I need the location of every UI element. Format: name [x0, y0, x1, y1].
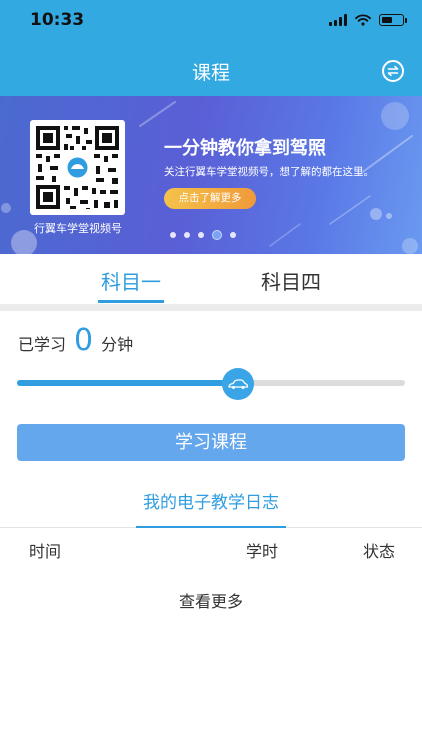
column-header-time: 时间: [29, 542, 62, 561]
carousel-dot[interactable]: [184, 232, 190, 238]
battery-icon: [379, 14, 407, 26]
status-icons: [329, 14, 407, 26]
qr-label: 行翼车学堂视频号: [34, 222, 122, 235]
active-tab-indicator: [98, 300, 164, 303]
app-header: 10:33 课程: [0, 0, 422, 96]
status-bar: 10:33: [0, 0, 422, 44]
car-icon: [222, 368, 255, 400]
subject-tabs: 科目一 科目四: [0, 254, 422, 304]
tab-subject-four[interactable]: 科目四: [221, 266, 361, 295]
banner-title: 一分钟教你拿到驾照: [164, 138, 326, 159]
carousel-dot[interactable]: [198, 232, 204, 238]
teaching-log-title[interactable]: 我的电子教学日志: [0, 488, 422, 513]
studied-suffix: 分钟: [101, 335, 134, 354]
page-title: 课程: [191, 62, 230, 84]
study-course-button[interactable]: 学习课程: [17, 424, 405, 461]
progress-fill: [17, 380, 239, 386]
log-title-underline: [136, 526, 286, 528]
studied-minutes: 0: [74, 323, 94, 358]
qr-code-image: [30, 120, 125, 215]
study-progress-bar: [17, 368, 405, 400]
switch-icon[interactable]: [382, 60, 404, 82]
wifi-icon: [355, 14, 371, 26]
carousel-indicator: [170, 230, 236, 240]
carousel-dot[interactable]: [170, 232, 176, 238]
cellular-signal-icon: [329, 14, 347, 26]
learn-more-button[interactable]: 点击了解更多: [164, 188, 256, 209]
carousel-dot[interactable]: [230, 232, 236, 238]
carousel-dot[interactable]: [212, 230, 222, 240]
study-time-summary: 已学习 0 分钟: [18, 326, 133, 356]
banner-subtitle: 关注行翼车学堂视频号，想了解的都在这里。: [164, 166, 374, 178]
status-time: 10:33: [30, 10, 85, 30]
column-header-status: 状态: [363, 542, 396, 561]
section-divider: [0, 304, 422, 311]
promo-banner[interactable]: 行翼车学堂视频号 一分钟教你拿到驾照 关注行翼车学堂视频号，想了解的都在这里。 …: [0, 96, 422, 254]
view-more-link[interactable]: 查看更多: [0, 588, 422, 612]
studied-prefix: 已学习: [18, 335, 67, 354]
tab-subject-one[interactable]: 科目一: [61, 266, 201, 295]
column-header-hours: 学时: [246, 542, 279, 561]
